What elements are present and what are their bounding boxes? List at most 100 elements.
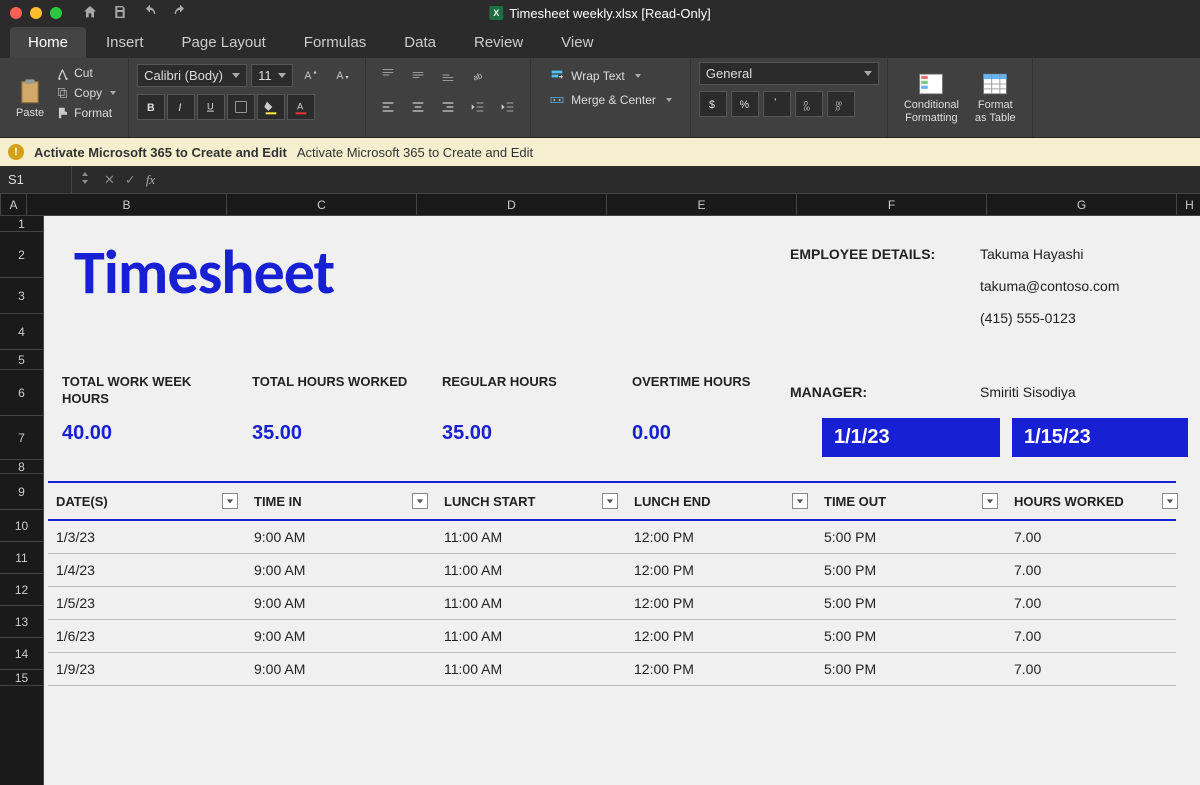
number-format-select[interactable]: General xyxy=(699,62,879,85)
table-cell[interactable]: 11:00 AM xyxy=(436,587,626,619)
font-family-select[interactable]: Calibri (Body) xyxy=(137,64,247,87)
table-cell[interactable]: 9:00 AM xyxy=(246,521,436,553)
row-header-15[interactable]: 15 xyxy=(0,670,43,686)
table-cell[interactable]: 9:00 AM xyxy=(246,587,436,619)
tab-review[interactable]: Review xyxy=(456,27,541,58)
filter-button[interactable] xyxy=(1162,493,1178,509)
underline-button[interactable]: U xyxy=(197,94,225,120)
row-header-1[interactable]: 1 xyxy=(0,216,43,232)
fx-icon[interactable]: fx xyxy=(146,172,155,188)
conditional-formatting-button[interactable]: Conditional Formatting xyxy=(896,62,967,133)
table-cell[interactable]: 9:00 AM xyxy=(246,653,436,685)
table-cell[interactable]: 12:00 PM xyxy=(626,653,816,685)
redo-icon[interactable] xyxy=(172,4,188,23)
filter-button[interactable] xyxy=(222,493,238,509)
format-as-table-button[interactable]: Format as Table xyxy=(967,62,1024,133)
table-cell[interactable]: 5:00 PM xyxy=(816,554,1006,586)
table-cell[interactable]: 9:00 AM xyxy=(246,554,436,586)
table-cell[interactable]: 5:00 PM xyxy=(816,521,1006,553)
row-header-3[interactable]: 3 xyxy=(0,278,43,314)
sort-icon[interactable] xyxy=(82,172,94,187)
maximize-window-button[interactable] xyxy=(50,7,62,19)
decrease-font-icon[interactable]: A▼ xyxy=(329,62,357,88)
merge-center-button[interactable]: Merge & Center xyxy=(545,90,676,110)
align-top-icon[interactable] xyxy=(374,62,402,88)
column-header-B[interactable]: B xyxy=(27,194,227,215)
percent-button[interactable]: % xyxy=(731,91,759,117)
table-cell[interactable]: 12:00 PM xyxy=(626,554,816,586)
name-box[interactable]: S1 xyxy=(0,166,72,193)
increase-decimal-button[interactable]: .0.00 xyxy=(795,91,823,117)
minimize-window-button[interactable] xyxy=(30,7,42,19)
orientation-icon[interactable]: ab xyxy=(464,62,492,88)
currency-button[interactable]: $ xyxy=(699,91,727,117)
row-header-4[interactable]: 4 xyxy=(0,314,43,350)
increase-indent-icon[interactable] xyxy=(494,94,522,120)
decrease-indent-icon[interactable] xyxy=(464,94,492,120)
tab-page-layout[interactable]: Page Layout xyxy=(164,27,284,58)
row-header-12[interactable]: 12 xyxy=(0,574,43,606)
borders-button[interactable] xyxy=(227,94,255,120)
close-window-button[interactable] xyxy=(10,7,22,19)
table-cell[interactable]: 12:00 PM xyxy=(626,620,816,652)
row-header-10[interactable]: 10 xyxy=(0,510,43,542)
save-icon[interactable] xyxy=(112,4,128,23)
table-cell[interactable]: 1/5/23 xyxy=(48,587,246,619)
italic-button[interactable]: I xyxy=(167,94,195,120)
table-cell[interactable]: 5:00 PM xyxy=(816,620,1006,652)
table-cell[interactable]: 7.00 xyxy=(1006,620,1186,652)
font-color-button[interactable]: A xyxy=(287,94,315,120)
column-header-F[interactable]: F xyxy=(797,194,987,215)
table-cell[interactable]: 11:00 AM xyxy=(436,554,626,586)
filter-button[interactable] xyxy=(792,493,808,509)
filter-button[interactable] xyxy=(982,493,998,509)
paste-button[interactable]: Paste xyxy=(8,62,52,133)
row-header-11[interactable]: 11 xyxy=(0,542,43,574)
comma-button[interactable]: ᾿ xyxy=(763,91,791,117)
cut-button[interactable]: Cut xyxy=(52,64,120,82)
table-cell[interactable]: 5:00 PM xyxy=(816,587,1006,619)
cancel-icon[interactable]: ✕ xyxy=(104,172,115,188)
filter-button[interactable] xyxy=(412,493,428,509)
table-cell[interactable]: 7.00 xyxy=(1006,521,1186,553)
bold-button[interactable]: B xyxy=(137,94,165,120)
table-cell[interactable]: 11:00 AM xyxy=(436,521,626,553)
row-header-8[interactable]: 8 xyxy=(0,460,43,474)
table-cell[interactable]: 7.00 xyxy=(1006,587,1186,619)
tab-insert[interactable]: Insert xyxy=(88,27,162,58)
table-cell[interactable]: 11:00 AM xyxy=(436,653,626,685)
row-header-2[interactable]: 2 xyxy=(0,232,43,278)
table-cell[interactable]: 12:00 PM xyxy=(626,521,816,553)
align-center-icon[interactable] xyxy=(404,94,432,120)
row-header-9[interactable]: 9 xyxy=(0,474,43,510)
fill-color-button[interactable] xyxy=(257,94,285,120)
copy-button[interactable]: Copy xyxy=(52,84,120,102)
table-cell[interactable]: 9:00 AM xyxy=(246,620,436,652)
tab-view[interactable]: View xyxy=(543,27,611,58)
row-header-14[interactable]: 14 xyxy=(0,638,43,670)
font-size-select[interactable]: 11 xyxy=(251,64,293,87)
increase-font-icon[interactable]: A▲ xyxy=(297,62,325,88)
column-header-C[interactable]: C xyxy=(227,194,417,215)
undo-icon[interactable] xyxy=(142,4,158,23)
decrease-decimal-button[interactable]: .00.0 xyxy=(827,91,855,117)
row-header-7[interactable]: 7 xyxy=(0,416,43,460)
wrap-text-button[interactable]: Wrap Text xyxy=(545,66,676,86)
table-cell[interactable]: 5:00 PM xyxy=(816,653,1006,685)
tab-data[interactable]: Data xyxy=(386,27,454,58)
table-cell[interactable]: 12:00 PM xyxy=(626,587,816,619)
filter-button[interactable] xyxy=(602,493,618,509)
table-cell[interactable]: 1/9/23 xyxy=(48,653,246,685)
row-header-6[interactable]: 6 xyxy=(0,370,43,416)
column-header-H[interactable]: H xyxy=(1177,194,1200,215)
worksheet[interactable]: Timesheet EMPLOYEE DETAILS: Takuma Hayas… xyxy=(44,216,1200,785)
column-header-D[interactable]: D xyxy=(417,194,607,215)
align-right-icon[interactable] xyxy=(434,94,462,120)
align-left-icon[interactable] xyxy=(374,94,402,120)
align-bottom-icon[interactable] xyxy=(434,62,462,88)
column-header-G[interactable]: G xyxy=(987,194,1177,215)
table-cell[interactable]: 7.00 xyxy=(1006,653,1186,685)
column-header-A[interactable]: A xyxy=(1,194,27,215)
table-cell[interactable]: 1/6/23 xyxy=(48,620,246,652)
table-cell[interactable]: 1/4/23 xyxy=(48,554,246,586)
